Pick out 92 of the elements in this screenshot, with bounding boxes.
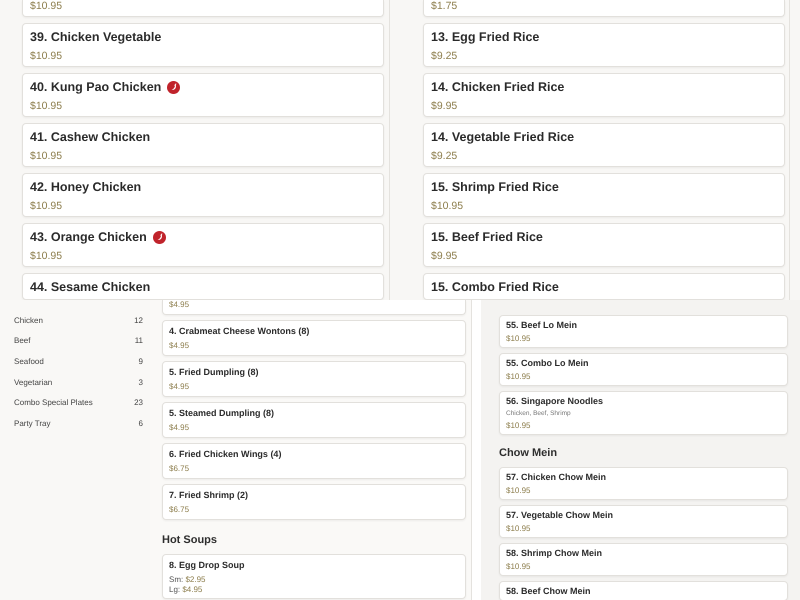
menu-card[interactable]: $10.95 [22, 0, 384, 17]
dish-name: 14. Vegetable Fried Rice [431, 130, 574, 145]
section-heading: Chow Mein [499, 446, 558, 460]
dish-price: $9.25 [431, 150, 458, 162]
item-count: 12 [134, 316, 143, 325]
dish-name: 40. Kung Pao Chicken [30, 80, 162, 95]
dish-price: $10.95 [30, 200, 64, 212]
menu-card[interactable]: 57. Chicken Chow Mein $10.95 [499, 467, 788, 500]
menu-card[interactable]: $4.95 [162, 300, 466, 315]
category-name[interactable]: Chicken [14, 316, 43, 325]
dish-name: 39. Chicken Vegetable [30, 30, 162, 45]
menu-card[interactable]: $1.75 [423, 0, 785, 17]
category-name[interactable]: Seafood [14, 356, 44, 366]
menu-card[interactable]: 41. Cashew Chicken $10.95 [22, 123, 384, 167]
section-heading: Hot Soups [162, 533, 218, 547]
menu-card[interactable]: 55. Combo Lo Mein $10.95 [499, 353, 788, 386]
dish-price: $10.95 [506, 524, 532, 534]
dish-name: 42. Honey Chicken [30, 180, 142, 195]
dish-price: $10.95 [506, 372, 532, 382]
menu-card[interactable]: 58. Beef Chow Mein [499, 581, 788, 600]
dish-price: $10.95 [506, 421, 532, 431]
dish-name: 5. Fried Dumpling (8) [169, 366, 259, 378]
dish-name: 7. Fried Shrimp (2) [169, 489, 248, 501]
dish-name: 6. Fried Chicken Wings (4) [169, 448, 282, 460]
dish-price: $4.95 [169, 300, 190, 310]
dish-price: $9.95 [431, 250, 458, 262]
dish-name: 58. Shrimp Chow Mein [506, 547, 602, 559]
menu-card[interactable]: 43. Orange Chicken $10.95 [22, 223, 384, 267]
menu-card[interactable]: 15. Beef Fried Rice $9.95 [423, 223, 785, 267]
dish-price: $10.95 [506, 486, 532, 496]
dish-price: $10.95 [30, 0, 64, 12]
dish-price: $9.95 [431, 100, 458, 112]
menu-card[interactable]: 57. Vegetable Chow Mein $10.95 [499, 505, 788, 538]
dish-price: $9.25 [431, 50, 458, 62]
size-price: Lg: $4.95 [169, 585, 204, 594]
item-count: 23 [134, 398, 143, 408]
dish-price: $10.95 [506, 334, 532, 344]
dish-name: 55. Combo Lo Mein [506, 357, 589, 369]
menu-card[interactable]: 15. Shrimp Fried Rice $10.95 [423, 173, 785, 217]
menu-card[interactable]: 4. Crabmeat Cheese Wontons (8) $4.95 [162, 320, 466, 356]
menu-card[interactable]: 5. Fried Dumpling (8) $4.95 [162, 361, 466, 397]
dish-name: 4. Crabmeat Cheese Wontons (8) [169, 325, 310, 337]
item-count: 11 [134, 336, 143, 346]
menu-card[interactable]: 8. Egg Drop Soup Sm: $2.95 Lg: $4.95 [162, 554, 466, 599]
dish-price: $10.95 [30, 100, 64, 112]
category-name[interactable]: Vegetarian [14, 378, 52, 387]
size-price: Sm: $2.95 [169, 575, 206, 584]
dish-price: $4.95 [169, 382, 190, 392]
dish-price: $10.95 [30, 50, 64, 62]
item-count: 9 [138, 356, 143, 366]
item-count: 3 [138, 378, 143, 387]
dish-name: 5. Steamed Dumpling (8) [169, 407, 274, 419]
dish-name: 57. Chicken Chow Mein [506, 471, 606, 483]
dish-name: 8. Egg Drop Soup [169, 559, 244, 571]
menu-card[interactable]: 5. Steamed Dumpling (8) $4.95 [162, 402, 466, 438]
dish-price: $6.75 [169, 464, 190, 474]
menu-card[interactable]: 58. Shrimp Chow Mein $10.95 [499, 543, 788, 576]
dish-price: $10.95 [506, 562, 532, 572]
dish-price: $1.75 [431, 0, 458, 12]
menu-card[interactable]: 6. Fried Chicken Wings (4) $6.75 [162, 443, 466, 479]
dish-name: 15. Beef Fried Rice [431, 230, 543, 245]
item-count: 6 [138, 418, 143, 428]
menu-card[interactable]: 39. Chicken Vegetable $10.95 [22, 23, 384, 67]
menu-card[interactable]: 55. Beef Lo Mein $10.95 [499, 315, 788, 348]
category-name[interactable]: Party Tray [14, 418, 50, 428]
menu-card[interactable]: 14. Vegetable Fried Rice $9.25 [423, 123, 785, 167]
category-name[interactable]: Combo Special Plates [14, 398, 93, 408]
dish-price: $4.95 [169, 423, 190, 433]
dish-price: $10.95 [30, 250, 64, 262]
menu-card[interactable]: 7. Fried Shrimp (2) $6.75 [162, 484, 466, 520]
dish-name: 43. Orange Chicken [30, 230, 147, 245]
dish-price: $6.75 [169, 505, 190, 515]
dish-price: $10.95 [431, 200, 464, 212]
dish-name: 57. Vegetable Chow Mein [506, 509, 614, 521]
menu-card[interactable]: 42. Honey Chicken $10.95 [22, 173, 384, 217]
dish-name: 13. Egg Fried Rice [431, 30, 540, 45]
menu-card[interactable]: 40. Kung Pao Chicken $10.95 [22, 73, 384, 117]
dish-name: 14. Chicken Fried Rice [431, 80, 564, 95]
dish-name: 58. Beef Chow Mein [506, 585, 591, 597]
dish-name: 55. Beef Lo Mein [506, 319, 578, 331]
category-name[interactable]: Beef [14, 336, 30, 346]
dish-name: 44. Sesame Chicken [30, 280, 150, 295]
menu-card[interactable]: 13. Egg Fried Rice $9.25 [423, 23, 785, 67]
menu-card[interactable]: 15. Combo Fried Rice [423, 273, 785, 300]
dish-price: $4.95 [169, 341, 190, 351]
menu-card[interactable]: 44. Sesame Chicken [22, 273, 384, 300]
dish-name: 15. Combo Fried Rice [431, 280, 559, 295]
dish-name: 56. Singapore Noodles [506, 395, 604, 407]
dish-name: 41. Cashew Chicken [30, 130, 150, 145]
menu-card[interactable]: 14. Chicken Fried Rice $9.95 [423, 73, 785, 117]
dish-name: 15. Shrimp Fried Rice [431, 180, 559, 195]
dish-price: $10.95 [30, 150, 64, 162]
